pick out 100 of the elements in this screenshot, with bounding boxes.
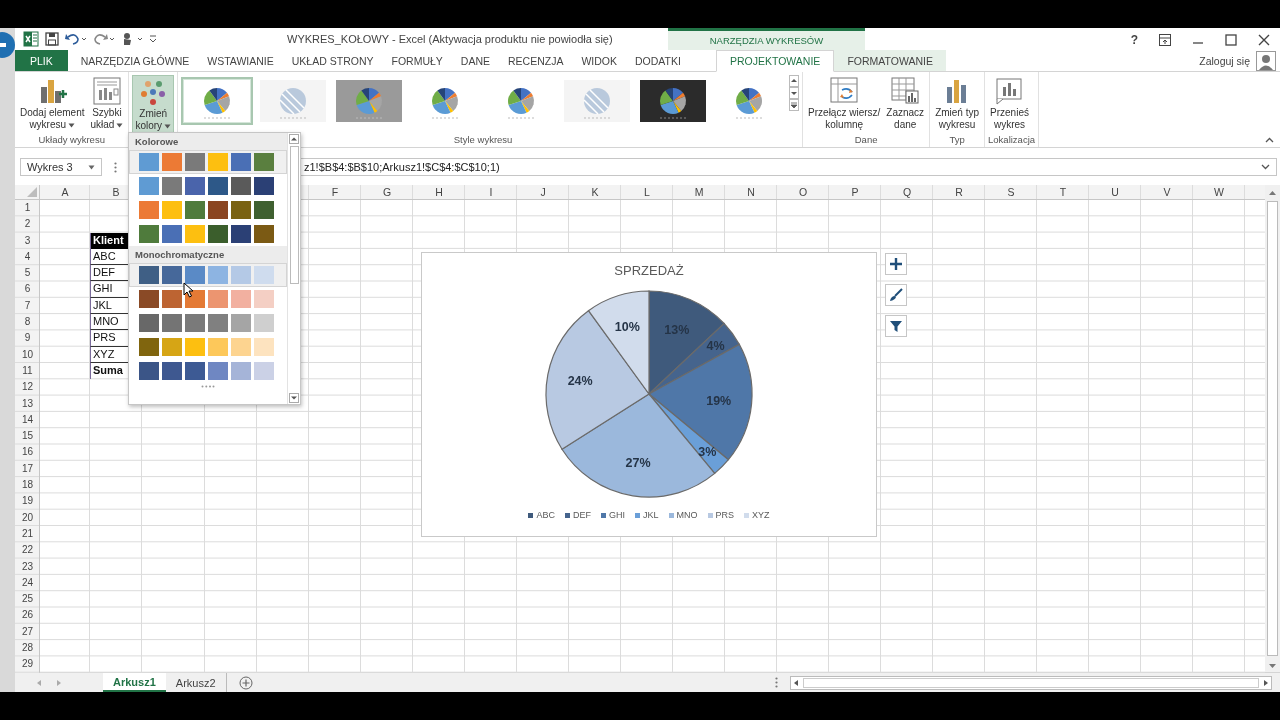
scroll-down-icon[interactable]: [289, 393, 299, 403]
color-set-option[interactable]: [129, 263, 287, 287]
ribbon-button[interactable]: Przełącz wiersz/ kolumnę: [806, 75, 883, 133]
ribbon-tab[interactable]: DODATKI: [626, 50, 690, 71]
row-number[interactable]: 3: [15, 232, 40, 249]
more-options-icon[interactable]: [775, 677, 778, 688]
ribbon-button[interactable]: Zaznacz dane: [884, 75, 927, 133]
customize-icon[interactable]: [149, 34, 157, 44]
column-header[interactable]: P: [829, 185, 881, 200]
ribbon-tab[interactable]: WIDOK: [572, 50, 627, 71]
row-number[interactable]: 18: [15, 477, 40, 494]
row-number[interactable]: 14: [15, 411, 40, 429]
horizontal-scrollbar[interactable]: [790, 675, 1272, 690]
row-number[interactable]: 25: [15, 591, 40, 608]
column-header[interactable]: T: [1037, 185, 1089, 200]
row-number[interactable]: 10: [15, 346, 40, 363]
row-number[interactable]: 24: [15, 574, 40, 592]
ribbon-tab[interactable]: PLIK: [15, 50, 68, 71]
more-options-icon[interactable]: [114, 161, 117, 173]
column-header[interactable]: K: [569, 185, 621, 200]
scroll-down-icon[interactable]: [789, 87, 800, 99]
ribbon-tab[interactable]: FORMUŁY: [382, 50, 452, 71]
row-number[interactable]: 27: [15, 623, 40, 640]
row-number[interactable]: 4: [15, 248, 40, 266]
row-number[interactable]: 20: [15, 509, 40, 526]
row-number[interactable]: 17: [15, 460, 40, 478]
save-icon[interactable]: [45, 32, 59, 46]
row-number[interactable]: 13: [15, 395, 40, 412]
scrollbar-thumb[interactable]: [1267, 201, 1278, 656]
row-number[interactable]: 12: [15, 379, 40, 396]
sign-in-link[interactable]: Zaloguj się: [1199, 54, 1250, 67]
column-header[interactable]: H: [413, 185, 465, 200]
ribbon-tab[interactable]: UKŁAD STRONY: [282, 50, 383, 71]
column-header[interactable]: L: [621, 185, 673, 200]
ribbon-tab[interactable]: WSTAWIANIE: [198, 50, 283, 71]
scroll-up-icon[interactable]: [789, 75, 800, 87]
gallery-more-icon[interactable]: [789, 99, 800, 111]
column-header[interactable]: V: [1141, 185, 1193, 200]
row-number[interactable]: 16: [15, 444, 40, 461]
column-header[interactable]: W: [1193, 185, 1245, 200]
sheet-tab[interactable]: Arkusz1: [103, 673, 166, 692]
column-header[interactable]: G: [361, 185, 413, 200]
row-number[interactable]: 9: [15, 330, 40, 347]
column-header[interactable]: F: [309, 185, 361, 200]
row-number[interactable]: 15: [15, 428, 40, 445]
row-number[interactable]: 21: [15, 525, 40, 543]
row-number[interactable]: 29: [15, 656, 40, 672]
chart-style-thumbnail[interactable]: [181, 77, 254, 125]
excel-icon[interactable]: [23, 31, 39, 47]
help-button[interactable]: ?: [1130, 33, 1138, 47]
column-header[interactable]: O: [777, 185, 829, 200]
column-header[interactable]: U: [1089, 185, 1141, 200]
row-number[interactable]: 1: [15, 200, 40, 217]
close-icon[interactable]: [1258, 34, 1270, 46]
row-number[interactable]: 19: [15, 493, 40, 510]
add-sheet-icon[interactable]: [238, 675, 253, 690]
ribbon-button[interactable]: Przenieś wykres: [988, 75, 1031, 133]
resize-grip-icon[interactable]: [201, 385, 215, 388]
ribbon-tab[interactable]: DANE: [451, 50, 499, 71]
ribbon-tab[interactable]: NARZĘDZIA GŁÓWNE: [71, 50, 199, 71]
column-header[interactable]: R: [933, 185, 985, 200]
scroll-up-icon[interactable]: [289, 134, 299, 144]
row-number[interactable]: 26: [15, 607, 40, 624]
ribbon-button[interactable]: Szybki układ: [88, 75, 126, 133]
column-header[interactable]: S: [985, 185, 1037, 200]
chart-filter-button[interactable]: [885, 315, 907, 337]
column-header[interactable]: J: [517, 185, 569, 200]
color-set-option[interactable]: [129, 150, 287, 174]
name-box[interactable]: Wykres 3: [20, 158, 102, 176]
maximize-icon[interactable]: [1225, 34, 1237, 46]
ribbon-button[interactable]: Zmień typ wykresu: [933, 75, 982, 133]
row-number[interactable]: 2: [15, 216, 40, 233]
column-header[interactable]: N: [725, 185, 777, 200]
chart-styles-button[interactable]: [885, 284, 907, 306]
pie-slice[interactable]: [648, 290, 725, 395]
column-header[interactable]: A: [40, 185, 90, 200]
ribbon-tab[interactable]: FORMATOWANIE: [834, 50, 946, 71]
column-header[interactable]: I: [465, 185, 517, 200]
scrollbar-thumb[interactable]: [289, 146, 299, 284]
redo-icon[interactable]: [93, 32, 115, 46]
ribbon-display-icon[interactable]: [1159, 34, 1171, 46]
touch-mode-icon[interactable]: [121, 32, 143, 46]
ribbon-tab[interactable]: PROJEKTOWANIE: [715, 50, 835, 72]
undo-icon[interactable]: [65, 32, 87, 46]
collapse-ribbon-icon[interactable]: [1265, 137, 1274, 143]
row-number[interactable]: 23: [15, 558, 40, 575]
ribbon-tab[interactable]: RECENZJA: [499, 50, 573, 71]
row-number[interactable]: 8: [15, 314, 40, 331]
column-header[interactable]: M: [673, 185, 725, 200]
row-number[interactable]: 7: [15, 297, 40, 315]
column-header[interactable]: Q: [881, 185, 933, 200]
chart-elements-button[interactable]: [885, 253, 907, 275]
row-number[interactable]: 5: [15, 265, 40, 282]
ribbon-button[interactable]: Dodaj element wykresu: [18, 75, 87, 133]
user-avatar-icon[interactable]: [1256, 50, 1276, 71]
row-number[interactable]: 22: [15, 542, 40, 559]
ribbon-button[interactable]: Zmień kolory: [132, 75, 175, 133]
row-number[interactable]: 6: [15, 281, 40, 298]
sheet-tab[interactable]: Arkusz2: [165, 673, 226, 692]
row-number[interactable]: 28: [15, 640, 40, 657]
